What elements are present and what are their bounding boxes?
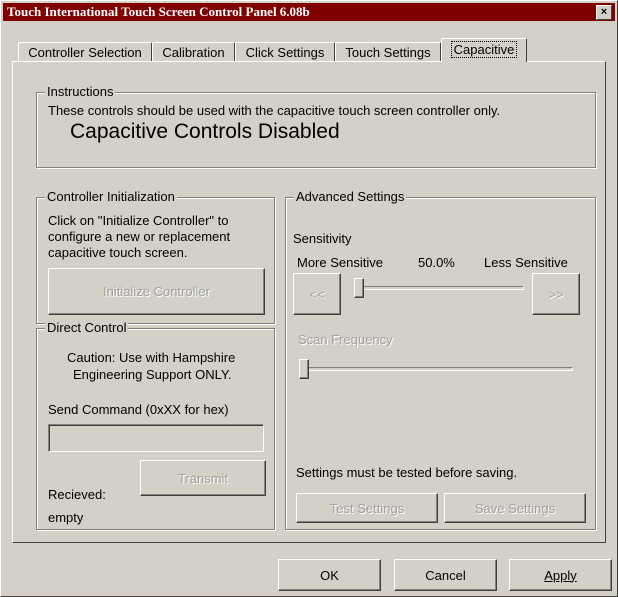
instructions-text: These controls should be used with the c… xyxy=(48,103,501,118)
send-command-input[interactable] xyxy=(48,424,264,452)
tab-touch-settings[interactable]: Touch Settings xyxy=(335,42,441,61)
direct-control-label: Direct Control xyxy=(45,320,129,335)
controller-init-line-2: configure a new or replacement xyxy=(48,229,231,244)
sensitivity-value: 50.0% xyxy=(418,255,455,270)
settings-note: Settings must be tested before saving. xyxy=(296,465,518,480)
apply-button-label: Apply xyxy=(544,567,577,583)
more-sensitive-label: More Sensitive xyxy=(297,255,383,270)
send-command-label: Send Command (0xXX for hex) xyxy=(48,402,229,417)
advanced-settings-group: Advanced Settings xyxy=(285,190,596,530)
tab-controller-selection[interactable]: Controller Selection xyxy=(18,42,152,61)
tab-click-settings[interactable]: Click Settings xyxy=(235,42,335,61)
transmit-button[interactable]: Transmit xyxy=(140,460,266,496)
controller-init-label: Controller Initialization xyxy=(45,189,177,204)
sensitivity-label: Sensitivity xyxy=(293,231,352,246)
cancel-button[interactable]: Cancel xyxy=(394,559,497,591)
scan-frequency-slider-thumb[interactable] xyxy=(299,359,309,379)
caution-line-1: Caution: Use with Hampshire xyxy=(67,350,236,365)
initialize-controller-button[interactable]: Initialize Controller xyxy=(48,268,265,315)
less-sensitive-label: Less Sensitive xyxy=(484,255,568,270)
tab-label: Capacitive xyxy=(450,41,518,58)
scan-frequency-slider-track[interactable] xyxy=(299,367,573,371)
instructions-label: Instructions xyxy=(45,84,116,99)
controller-init-line-3: capacitive touch screen. xyxy=(48,245,188,260)
tab-label: Touch Settings xyxy=(345,45,431,60)
received-label: Recieved: xyxy=(48,487,106,502)
tab-capacitive[interactable]: Capacitive xyxy=(441,38,527,62)
tab-label: Calibration xyxy=(162,45,225,60)
advanced-settings-label: Advanced Settings xyxy=(294,189,407,204)
close-icon[interactable]: × xyxy=(596,5,612,20)
caution-line-2: Engineering Support ONLY. xyxy=(73,367,232,382)
test-settings-button[interactable]: Test Settings xyxy=(296,493,438,523)
increase-sensitivity-button[interactable]: >> xyxy=(532,273,580,315)
sensitivity-slider-track[interactable] xyxy=(354,286,524,290)
ok-button[interactable]: OK xyxy=(278,559,381,591)
received-value: empty xyxy=(48,510,84,525)
tab-label: Controller Selection xyxy=(28,45,142,60)
scan-frequency-label: Scan Frequency xyxy=(298,332,393,347)
capacitive-status: Capacitive Controls Disabled xyxy=(70,120,340,143)
save-settings-button[interactable]: Save Settings xyxy=(444,493,586,523)
decrease-sensitivity-button[interactable]: << xyxy=(293,273,341,315)
sensitivity-slider-thumb[interactable] xyxy=(354,278,364,298)
tab-calibration[interactable]: Calibration xyxy=(152,42,235,61)
apply-button[interactable]: Apply xyxy=(509,559,612,591)
title-bar[interactable]: Touch International Touch Screen Control… xyxy=(3,3,615,21)
controller-init-line-1: Click on "Initialize Controller" to xyxy=(48,213,229,228)
window-title: Touch International Touch Screen Control… xyxy=(7,4,310,19)
tab-label: Click Settings xyxy=(245,45,325,60)
